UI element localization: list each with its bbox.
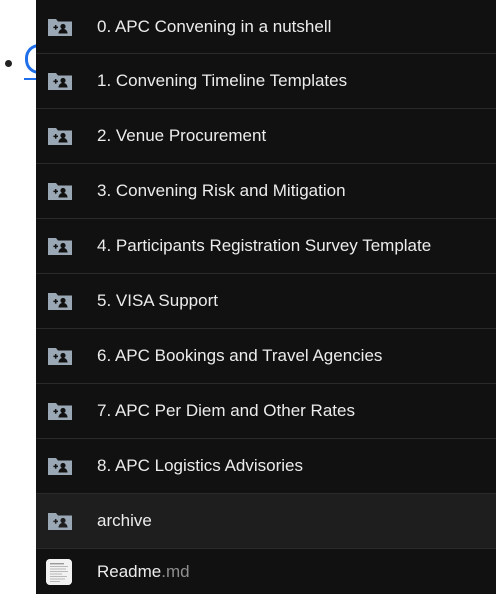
folder-dropdown-panel: 0. APC Convening in a nutshell 1. Conven… <box>36 0 496 594</box>
folder-row-venue-procurement[interactable]: 2. Venue Procurement <box>36 109 496 164</box>
folder-row-apc-nutshell[interactable]: 0. APC Convening in a nutshell <box>36 0 496 54</box>
file-row-readme[interactable]: Readme.md <box>36 549 496 594</box>
document-thumbnail-icon <box>46 558 72 585</box>
file-basename: Readme <box>97 561 162 581</box>
folder-row-registration-survey[interactable]: 4. Participants Registration Survey Temp… <box>36 219 496 274</box>
shared-folder-icon <box>48 513 72 530</box>
file-extension: .md <box>161 561 190 581</box>
folder-name: 5. VISA Support <box>97 291 218 310</box>
folder-row-per-diem[interactable]: 7. APC Per Diem and Other Rates <box>36 384 496 439</box>
list-bullet <box>5 60 12 67</box>
shared-folder-icon <box>48 403 72 420</box>
shared-folder-icon <box>48 293 72 310</box>
folder-row-risk-mitigation[interactable]: 3. Convening Risk and Mitigation <box>36 164 496 219</box>
shared-folder-icon <box>48 73 72 90</box>
folder-name: 3. Convening Risk and Mitigation <box>97 181 346 200</box>
folder-name: archive <box>97 511 152 530</box>
folder-name: 4. Participants Registration Survey Temp… <box>97 236 432 255</box>
folder-name: 0. APC Convening in a nutshell <box>97 16 332 36</box>
shared-folder-icon <box>48 238 72 255</box>
folder-name: 6. APC Bookings and Travel Agencies <box>97 346 383 365</box>
folder-name: 8. APC Logistics Advisories <box>97 456 303 475</box>
folder-row-bookings-travel[interactable]: 6. APC Bookings and Travel Agencies <box>36 329 496 384</box>
shared-folder-icon <box>48 128 72 145</box>
folder-row-visa-support[interactable]: 5. VISA Support <box>36 274 496 329</box>
shared-folder-icon <box>48 458 72 475</box>
folder-row-timeline-templates[interactable]: 1. Convening Timeline Templates <box>36 54 496 109</box>
folder-name: 2. Venue Procurement <box>97 126 267 145</box>
shared-folder-icon <box>48 348 72 365</box>
folder-name: 1. Convening Timeline Templates <box>97 71 348 90</box>
shared-folder-icon <box>48 18 72 36</box>
folder-row-logistics-advisories[interactable]: 8. APC Logistics Advisories <box>36 439 496 494</box>
folder-name: 7. APC Per Diem and Other Rates <box>97 401 355 420</box>
folder-row-archive[interactable]: archive <box>36 494 496 549</box>
link-underline <box>24 78 36 80</box>
shared-folder-icon <box>48 183 72 200</box>
file-name: Readme.md <box>97 562 190 582</box>
